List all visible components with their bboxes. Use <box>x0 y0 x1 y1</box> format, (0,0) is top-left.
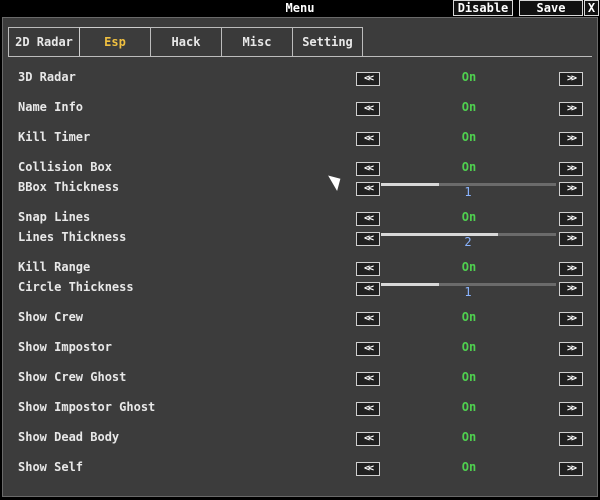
toggle-value: On <box>461 130 477 144</box>
increase-button[interactable]: >> <box>559 432 583 446</box>
setting-label: Show Crew <box>18 310 84 324</box>
setting-label: Show Crew Ghost <box>18 370 127 384</box>
decrease-button[interactable]: << <box>356 402 380 416</box>
setting-label: Show Dead Body <box>18 430 120 444</box>
decrease-button[interactable]: << <box>356 432 380 446</box>
slider-value: 1 <box>464 285 472 299</box>
slider-fill <box>381 183 439 186</box>
save-button[interactable]: Save <box>519 0 583 16</box>
toggle-value: On <box>461 70 477 84</box>
slider-value: 1 <box>464 185 472 199</box>
increase-button[interactable]: >> <box>559 132 583 146</box>
decrease-button[interactable]: << <box>356 462 380 476</box>
decrease-button[interactable]: << <box>356 262 380 276</box>
disable-button[interactable]: Disable <box>453 0 513 16</box>
increase-button[interactable]: >> <box>559 262 583 276</box>
decrease-button[interactable]: << <box>356 232 380 246</box>
decrease-button[interactable]: << <box>356 372 380 386</box>
setting-label: Name Info <box>18 100 84 114</box>
tab-hack[interactable]: Hack <box>150 27 222 57</box>
toggle-value: On <box>461 260 477 274</box>
tab-2d-radar[interactable]: 2D Radar <box>8 27 80 57</box>
slider-fill <box>381 233 498 236</box>
decrease-button[interactable]: << <box>356 212 380 226</box>
increase-button[interactable]: >> <box>559 282 583 296</box>
setting-label: Show Self <box>18 460 84 474</box>
decrease-button[interactable]: << <box>356 102 380 116</box>
title-bar: Menu Disable Save X <box>0 0 600 16</box>
tab-setting[interactable]: Setting <box>292 27 363 57</box>
increase-button[interactable]: >> <box>559 312 583 326</box>
increase-button[interactable]: >> <box>559 462 583 476</box>
decrease-button[interactable]: << <box>356 132 380 146</box>
setting-label: 3D Radar <box>18 70 76 84</box>
slider-fill <box>381 283 439 286</box>
setting-label: Collision Box <box>18 160 112 174</box>
decrease-button[interactable]: << <box>356 182 380 196</box>
increase-button[interactable]: >> <box>559 72 583 86</box>
toggle-value: On <box>461 160 477 174</box>
decrease-button[interactable]: << <box>356 342 380 356</box>
toggle-value: On <box>461 400 477 414</box>
setting-label: BBox Thickness <box>18 180 120 194</box>
toggle-value: On <box>461 370 477 384</box>
toggle-value: On <box>461 310 477 324</box>
increase-button[interactable]: >> <box>559 182 583 196</box>
slider-value: 2 <box>464 235 472 249</box>
close-button[interactable]: X <box>584 0 599 16</box>
setting-label: Lines Thickness <box>18 230 127 244</box>
setting-label: Snap Lines <box>18 210 91 224</box>
increase-button[interactable]: >> <box>559 162 583 176</box>
esp-settings-list <box>9 58 592 494</box>
increase-button[interactable]: >> <box>559 232 583 246</box>
setting-label: Kill Range <box>18 260 91 274</box>
setting-label: Show Impostor Ghost <box>18 400 156 414</box>
tab-misc[interactable]: Misc <box>221 27 293 57</box>
increase-button[interactable]: >> <box>559 342 583 356</box>
window-title: Menu <box>285 1 315 15</box>
tab-esp[interactable]: Esp <box>79 27 151 57</box>
setting-label: Kill Timer <box>18 130 91 144</box>
increase-button[interactable]: >> <box>559 402 583 416</box>
decrease-button[interactable]: << <box>356 72 380 86</box>
decrease-button[interactable]: << <box>356 162 380 176</box>
decrease-button[interactable]: << <box>356 312 380 326</box>
setting-label: Circle Thickness <box>18 280 134 294</box>
toggle-value: On <box>461 430 477 444</box>
decrease-button[interactable]: << <box>356 282 380 296</box>
toggle-value: On <box>461 210 477 224</box>
setting-label: Show Impostor <box>18 340 112 354</box>
increase-button[interactable]: >> <box>559 372 583 386</box>
increase-button[interactable]: >> <box>559 212 583 226</box>
increase-button[interactable]: >> <box>559 102 583 116</box>
toggle-value: On <box>461 340 477 354</box>
toggle-value: On <box>461 460 477 474</box>
toggle-value: On <box>461 100 477 114</box>
tab-divider <box>8 56 592 57</box>
